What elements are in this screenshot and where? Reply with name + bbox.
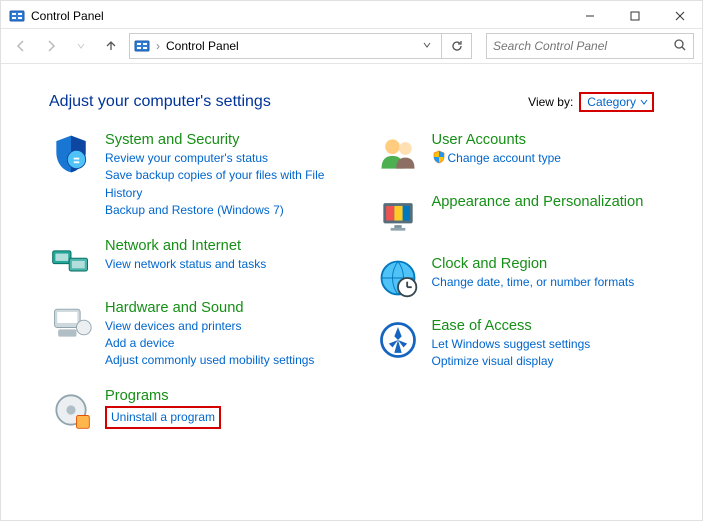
category-link[interactable]: Change account type [432, 150, 561, 167]
category-system-and-security: System and Security Review your computer'… [49, 132, 356, 220]
category-title[interactable]: Clock and Region [432, 256, 635, 272]
category-appearance-and-personalization: Appearance and Personalization [376, 194, 683, 238]
chevron-down-icon [640, 98, 648, 106]
category-user-accounts: User Accounts Change account type [376, 132, 683, 176]
recent-dropdown[interactable] [69, 34, 93, 58]
maximize-button[interactable] [612, 1, 657, 31]
category-link[interactable]: Adjust commonly used mobility settings [105, 352, 314, 369]
viewby-value: Category [587, 95, 636, 109]
category-link[interactable]: Review your computer's status [105, 150, 356, 167]
forward-button[interactable] [39, 34, 63, 58]
toolbar: › Control Panel [1, 28, 702, 64]
category-link[interactable]: Let Windows suggest settings [432, 336, 591, 353]
category-link[interactable]: Add a device [105, 335, 314, 352]
category-title[interactable]: System and Security [105, 132, 356, 148]
category-title[interactable]: Ease of Access [432, 318, 591, 334]
category-title[interactable]: Hardware and Sound [105, 300, 314, 316]
close-button[interactable] [657, 1, 702, 31]
page-title: Adjust your computer's settings [49, 93, 271, 111]
search-icon[interactable] [673, 38, 687, 55]
category-icon [49, 132, 93, 176]
category-programs: Programs Uninstall a program [49, 388, 356, 432]
category-link[interactable]: Uninstall a program [111, 409, 215, 426]
category-icon [376, 318, 420, 362]
category-title[interactable]: Programs [105, 388, 221, 404]
window-title: Control Panel [31, 9, 104, 23]
category-link[interactable]: Save backup copies of your files with Fi… [105, 167, 356, 202]
category-title[interactable]: Appearance and Personalization [432, 194, 644, 210]
category-link[interactable]: View network status and tasks [105, 256, 266, 273]
refresh-button[interactable] [442, 33, 472, 59]
category-icon [376, 256, 420, 300]
titlebar: Control Panel [1, 1, 702, 31]
control-panel-icon [9, 8, 25, 24]
viewby-selector[interactable]: Category [579, 92, 654, 112]
up-button[interactable] [99, 34, 123, 58]
category-clock-and-region: Clock and Region Change date, time, or nu… [376, 256, 683, 300]
breadcrumb-location[interactable]: Control Panel [166, 39, 239, 53]
category-icon [49, 388, 93, 432]
category-hardware-and-sound: Hardware and Sound View devices and print… [49, 300, 356, 370]
category-title[interactable]: User Accounts [432, 132, 561, 148]
category-title[interactable]: Network and Internet [105, 238, 266, 254]
address-bar[interactable]: › Control Panel [129, 33, 442, 59]
category-icon [49, 300, 93, 344]
address-dropdown[interactable] [417, 39, 437, 53]
minimize-button[interactable] [567, 1, 612, 31]
category-icon [49, 238, 93, 282]
search-box[interactable] [486, 33, 694, 59]
category-link[interactable]: Change date, time, or number formats [432, 274, 635, 291]
category-link[interactable]: Backup and Restore (Windows 7) [105, 202, 356, 219]
back-button[interactable] [9, 34, 33, 58]
category-icon [376, 194, 420, 238]
category-link[interactable]: Optimize visual display [432, 353, 591, 370]
category-network-and-internet: Network and Internet View network status … [49, 238, 356, 282]
breadcrumb-separator-icon: › [156, 39, 160, 53]
control-panel-icon [134, 38, 150, 54]
category-icon [376, 132, 420, 176]
viewby-label: View by: [528, 95, 573, 109]
category-ease-of-access: Ease of Access Let Windows suggest settin… [376, 318, 683, 371]
category-link[interactable]: View devices and printers [105, 318, 314, 335]
search-input[interactable] [493, 39, 673, 53]
